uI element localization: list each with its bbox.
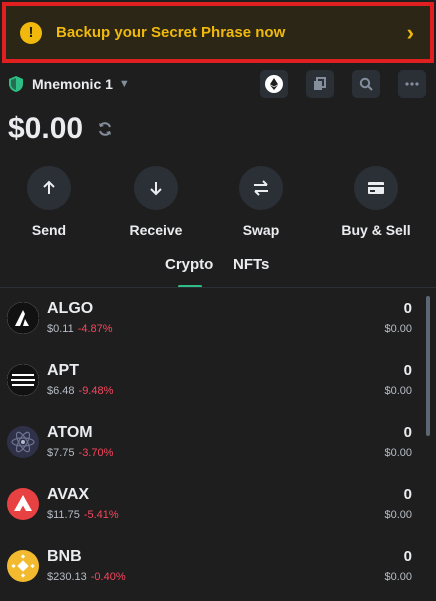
asset-row-bnb[interactable]: BNB $230.13 -0.40% 0 $0.00 <box>0 538 426 600</box>
asset-value: $0.00 <box>384 447 412 459</box>
receive-button[interactable]: Receive <box>106 166 206 238</box>
asset-balance: 0 <box>403 548 412 565</box>
asset-symbol: ATOM <box>47 424 93 441</box>
asset-balance: 0 <box>403 300 412 317</box>
shield-icon <box>9 76 23 92</box>
avax-icon <box>7 488 39 520</box>
divider <box>0 287 436 288</box>
send-label: Send <box>31 222 67 238</box>
more-icon <box>405 82 419 86</box>
buy-sell-label: Buy & Sell <box>341 222 411 238</box>
tab-crypto[interactable]: Crypto <box>165 256 213 273</box>
buy-sell-button[interactable]: Buy & Sell <box>326 166 426 238</box>
asset-list: ALGO $0.11 -4.87% 0 $0.00 APT $6.48 -9.48%… <box>0 290 426 600</box>
asset-balance: 0 <box>403 486 412 503</box>
backup-banner[interactable]: ! Backup your Secret Phrase now › <box>2 2 434 63</box>
bnb-icon <box>7 550 39 582</box>
search-button[interactable] <box>352 70 380 98</box>
asset-row-atom[interactable]: ATOM $7.75 -3.70% 0 $0.00 <box>0 414 426 476</box>
arrow-up-icon <box>27 166 71 210</box>
asset-change: -3.70% <box>78 447 114 459</box>
asset-change: -9.48% <box>78 385 114 397</box>
asset-row-apt[interactable]: APT $6.48 -9.48% 0 $0.00 <box>0 352 426 414</box>
swap-button[interactable]: Swap <box>211 166 311 238</box>
action-bar: Send Receive Swap Buy & Sell <box>0 166 436 242</box>
asset-value: $0.00 <box>384 571 412 583</box>
card-icon <box>354 166 398 210</box>
asset-price: $230.13 -0.40% <box>47 571 126 583</box>
asset-price: $7.75 -3.70% <box>47 447 114 459</box>
warning-icon: ! <box>20 21 42 44</box>
asset-symbol: APT <box>47 362 79 379</box>
swap-icon <box>239 166 283 210</box>
asset-price: $0.11 -4.87% <box>47 323 113 335</box>
refresh-icon[interactable] <box>97 121 113 137</box>
atom-icon <box>7 426 39 458</box>
wallet-selector[interactable]: Mnemonic 1 <box>32 76 113 92</box>
asset-price: $6.48 -9.48% <box>47 385 114 397</box>
asset-symbol: BNB <box>47 548 82 565</box>
receive-label: Receive <box>129 222 183 238</box>
apt-icon <box>7 364 39 396</box>
asset-change: -0.40% <box>90 571 126 583</box>
swap-label: Swap <box>242 222 280 238</box>
tab-nfts[interactable]: NFTs <box>233 256 269 273</box>
asset-change: -4.87% <box>77 323 113 335</box>
asset-value: $0.00 <box>384 385 412 397</box>
scrollbar[interactable] <box>426 296 430 436</box>
asset-balance: 0 <box>403 362 412 379</box>
asset-tabs: Crypto NFTs <box>0 256 436 290</box>
asset-symbol: ALGO <box>47 300 94 317</box>
copy-icon <box>314 77 326 90</box>
chevron-down-icon[interactable]: ▼ <box>119 78 130 90</box>
algo-icon <box>7 302 39 334</box>
asset-row-algo[interactable]: ALGO $0.11 -4.87% 0 $0.00 <box>0 290 426 352</box>
balance-amount: $0.00 <box>8 112 84 145</box>
asset-value: $0.00 <box>384 509 412 521</box>
chevron-right-icon: › <box>406 19 414 45</box>
total-balance: $0.00 <box>8 112 113 146</box>
asset-balance: 0 <box>403 424 412 441</box>
asset-row-avax[interactable]: AVAX $11.75 -5.41% 0 $0.00 <box>0 476 426 538</box>
copy-button[interactable] <box>306 70 334 98</box>
arrow-down-icon <box>134 166 178 210</box>
asset-price: $11.75 -5.41% <box>47 509 119 521</box>
backup-banner-text: Backup your Secret Phrase now <box>56 24 286 41</box>
asset-change: -5.41% <box>83 509 119 521</box>
send-button[interactable]: Send <box>0 166 99 238</box>
wallet-header: Mnemonic 1 ▼ <box>8 70 426 98</box>
more-button[interactable] <box>398 70 426 98</box>
search-icon <box>359 77 373 91</box>
ethereum-icon <box>265 75 283 93</box>
ethereum-network-button[interactable] <box>260 70 288 98</box>
asset-value: $0.00 <box>384 323 412 335</box>
asset-symbol: AVAX <box>47 486 90 503</box>
